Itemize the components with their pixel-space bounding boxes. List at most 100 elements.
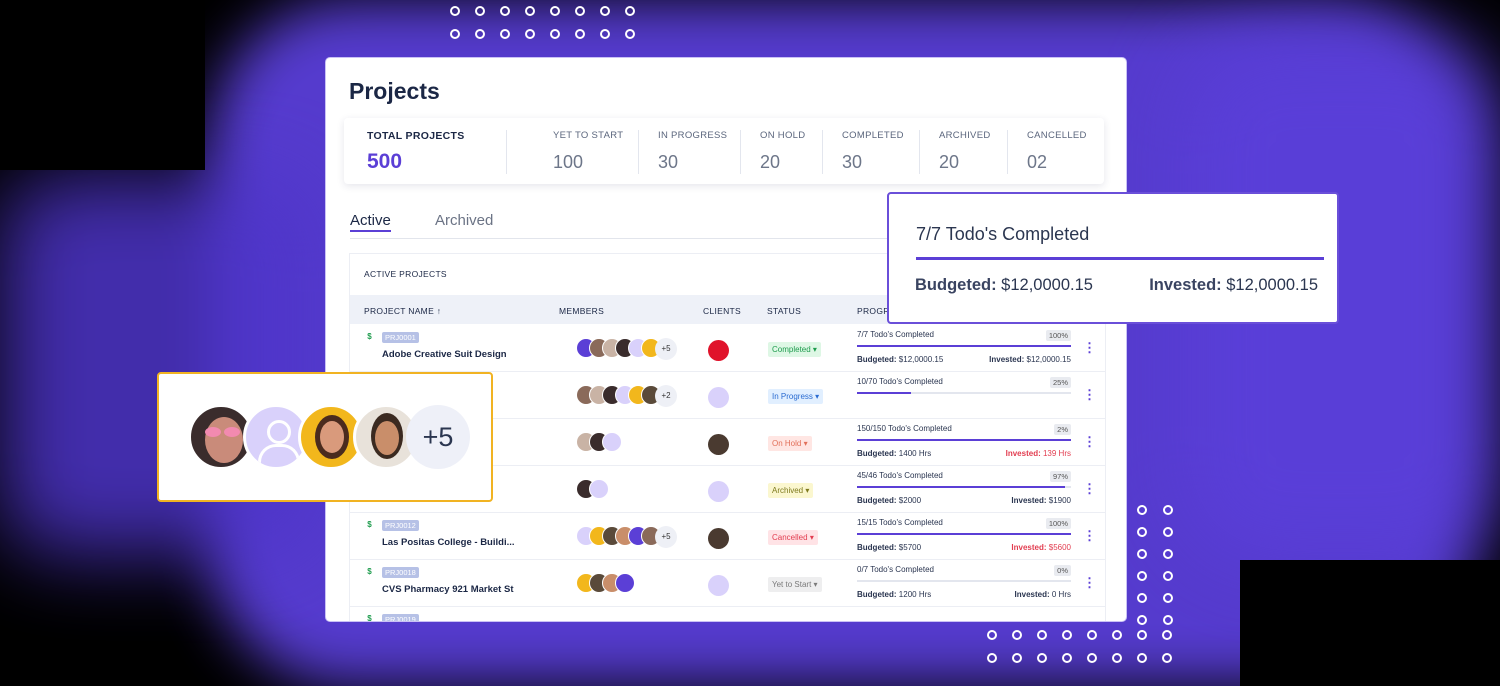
project-name[interactable]: CVS Pharmacy 921 Market St [382, 584, 513, 595]
status-dropdown[interactable]: Yet to Start ▾ [768, 577, 822, 592]
progress-text: 150/150 Todo's Completed [857, 424, 952, 433]
stat-cancelled[interactable]: CANCELLED 02 [1027, 130, 1087, 173]
more-members-badge[interactable]: +2 [655, 385, 677, 407]
invested-value: 139 Hrs [1042, 449, 1071, 458]
progress-bar [857, 439, 1071, 441]
stat-label: COMPLETED [842, 130, 904, 141]
table-row[interactable]: $ PRJ0019 [350, 606, 1105, 621]
column-project-name[interactable]: PROJECT NAME ↑ [364, 306, 441, 316]
stat-total[interactable]: TOTAL PROJECTS 500 [367, 130, 465, 174]
column-clients: CLIENTS [703, 306, 741, 316]
budget-value: $2000 [898, 496, 922, 505]
tab-archived[interactable]: Archived [435, 212, 493, 229]
tab-active[interactable]: Active [350, 212, 391, 232]
progress-percent: 2% [1054, 424, 1071, 435]
progress-text: 0/7 Todo's Completed [857, 565, 934, 574]
status-label: Cancelled [772, 533, 808, 542]
project-id: PRJ0001 [382, 332, 419, 343]
invested-value: $12,0000.15 [1026, 355, 1072, 364]
invested: Invested: 0 Hrs [1015, 590, 1071, 599]
status-dropdown[interactable]: Completed ▾ [768, 342, 821, 357]
project-id: PRJ0018 [382, 567, 419, 578]
stat-value: 30 [842, 152, 863, 172]
more-members-badge[interactable]: +5 [406, 405, 470, 469]
more-members-badge[interactable]: +5 [655, 338, 677, 360]
members-popup: +5 [157, 372, 493, 502]
stat-value: 500 [367, 150, 403, 173]
invested-value: $1900 [1048, 496, 1071, 505]
popup-progress-bar [916, 257, 1324, 260]
progress-percent: 25% [1049, 377, 1071, 388]
budgeted: Budgeted: $12,0000.15 [857, 355, 943, 364]
progress-bar [857, 486, 1071, 488]
status-label: Completed [772, 345, 811, 354]
section-label: ACTIVE PROJECTS [364, 269, 447, 279]
popup-invested-label: Invested: [1149, 276, 1222, 294]
decorative-dots-bottom [987, 630, 1172, 663]
budgeted: Budgeted: $5700 [857, 543, 921, 552]
invested-label: Invested: [1014, 590, 1050, 599]
member-avatar [589, 479, 609, 499]
member-avatar [615, 573, 635, 593]
status-dropdown[interactable]: Archived ▾ [768, 483, 814, 498]
budget-value: 1200 Hrs [898, 590, 932, 599]
budgeted: Budgeted: 1200 Hrs [857, 590, 931, 599]
decorative-dots-top [450, 6, 635, 39]
project-name[interactable]: Las Positas College - Buildi... [382, 537, 515, 548]
caret-down-icon: ▾ [812, 345, 817, 354]
more-options-icon[interactable]: ⋮ [1083, 387, 1096, 403]
table-row[interactable]: $ PRJ0001 Adobe Creative Suit Design +5 Comp… [350, 324, 1105, 372]
progress-percent: 97% [1049, 471, 1071, 482]
status-label: In Progress [772, 392, 813, 401]
stat-value: 02 [1027, 152, 1048, 172]
client-avatar [708, 434, 729, 455]
invested-label: Invested: [1005, 449, 1041, 458]
budget-value: 1400 Hrs [898, 449, 932, 458]
more-options-icon[interactable]: ⋮ [1083, 528, 1096, 544]
progress-bar [857, 345, 1071, 347]
more-members-badge[interactable]: +5 [655, 526, 677, 548]
more-options-icon[interactable]: ⋮ [1083, 434, 1096, 450]
status-dropdown[interactable]: In Progress ▾ [768, 389, 824, 404]
status-dropdown[interactable]: Cancelled ▾ [768, 530, 818, 545]
caret-down-icon: ▾ [809, 533, 814, 542]
client-avatar-placeholder [708, 575, 729, 596]
stat-value: 20 [939, 152, 960, 172]
table-row[interactable]: $ PRJ0018 CVS Pharmacy 921 Market St Yet to… [350, 559, 1105, 607]
stat-label: CANCELLED [1027, 130, 1087, 141]
stat-value: 30 [658, 152, 679, 172]
more-options-icon[interactable]: ⋮ [1083, 340, 1096, 356]
stat-archived[interactable]: ARCHIVED 20 [939, 130, 991, 173]
more-options-icon[interactable]: ⋮ [1083, 575, 1096, 591]
project-id: PRJ0012 [382, 520, 419, 531]
budget-label: Budgeted: [857, 496, 897, 505]
caret-down-icon: ▾ [803, 439, 808, 448]
stat-yet-to-start[interactable]: YET TO START 100 [553, 130, 623, 173]
stat-label: IN PROGRESS [658, 130, 728, 141]
invested-label: Invested: [989, 355, 1025, 364]
stat-label: TOTAL PROJECTS [367, 130, 465, 142]
client-avatar-placeholder [708, 481, 729, 502]
status-dropdown[interactable]: On Hold ▾ [768, 436, 812, 451]
project-name[interactable]: Adobe Creative Suit Design [382, 349, 507, 360]
stat-value: 20 [760, 152, 781, 172]
stat-in-progress[interactable]: IN PROGRESS 30 [658, 130, 727, 173]
more-options-icon[interactable]: ⋮ [1083, 481, 1096, 497]
invested-label: Invested: [1011, 496, 1047, 505]
progress-text: 10/70 Todo's Completed [857, 377, 943, 386]
progress-text: 15/15 Todo's Completed [857, 518, 943, 527]
budget-label: Budgeted: [857, 449, 897, 458]
stat-label: ARCHIVED [939, 130, 991, 141]
popup-invested-value: $12,0000.15 [1226, 276, 1318, 294]
table-row[interactable]: $ PRJ0012 Las Positas College - Buildi... +… [350, 512, 1105, 560]
budget-label: Budgeted: [857, 590, 897, 599]
column-members: MEMBERS [559, 306, 605, 316]
stat-on-hold[interactable]: ON HOLD 20 [760, 130, 805, 173]
status-label: Yet to Start [772, 580, 812, 589]
budget-label: Budgeted: [857, 355, 897, 364]
stat-completed[interactable]: COMPLETED 30 [842, 130, 904, 173]
caret-down-icon: ▾ [815, 392, 820, 401]
status-label: Archived [772, 486, 804, 495]
stat-value: 100 [553, 152, 584, 172]
progress-popup: 7/7 Todo's Completed Budgeted: $12,0000.… [887, 192, 1339, 324]
